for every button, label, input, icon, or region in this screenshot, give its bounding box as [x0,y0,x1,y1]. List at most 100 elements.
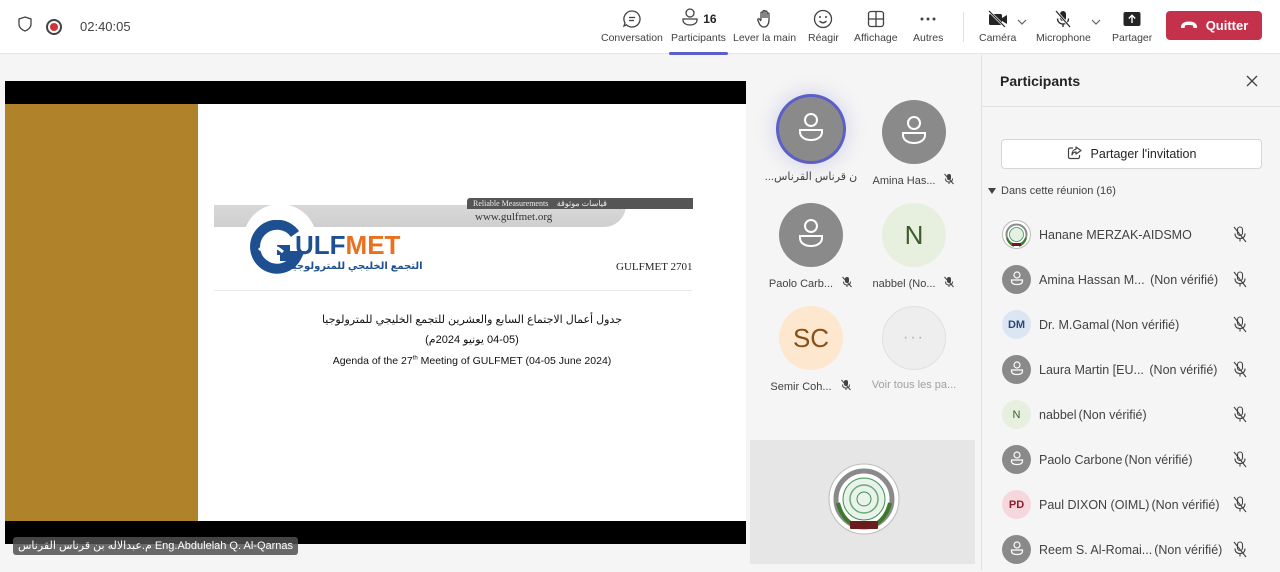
avatar [779,203,843,267]
gallery-tile[interactable]: SC Semir Coh... [761,306,861,394]
person-icon [899,114,929,151]
avatar-initials: SC [792,322,830,353]
caret-down-icon [988,185,996,197]
verification-status: (Non vérifié) [1146,272,1219,287]
participant-row[interactable]: Paolo Carbone (Non vérifié) [982,437,1280,482]
mic-off-icon [1232,406,1248,428]
mic-off-icon [943,173,955,188]
close-icon[interactable] [1244,73,1260,89]
avatar [1002,265,1031,294]
mic-off-icon [1232,361,1248,383]
mic-off-icon [1232,451,1248,473]
name-text: Paul DIXON (OIML) [1039,497,1150,512]
presentation-slide: Reliable Measurements قياسات موثوقة www.… [5,104,746,521]
tile-name: Amina Has... [872,174,936,187]
participant-name: Laura Martin [EU... (Non vérifié) [1039,363,1217,377]
participant-row[interactable]: Hanane MERZAK-AIDSMO [982,212,1280,257]
share-button[interactable]: Partager [1112,8,1152,48]
people-icon [680,7,700,32]
agenda-date-arabic: (04-05 يونيو 2024م) [425,334,519,346]
self-view-tile[interactable] [750,440,975,564]
participant-name: Paolo Carbone (Non vérifié) [1039,453,1192,467]
quit-button[interactable]: Quitter [1166,11,1262,40]
agenda-title-arabic: جدول أعمال الاجتماع السابع والعشرين للتج… [321,314,623,326]
tile-label: Paolo Carb... [761,276,861,291]
meeting-info: 02:40:05 [18,16,131,37]
tile-name: ...ن قرناس القرناس [764,171,858,183]
tile-name: Voir tous les pa... [871,379,957,391]
tagline-ar: قياسات موثوقة [556,199,607,208]
avatar-initials: N [904,219,924,250]
mic-off-icon [840,379,852,394]
tagline-en: Reliable Measurements [473,199,549,208]
participants-button[interactable]: 16 Participants [669,7,728,55]
agenda-title-english: Agenda of the 27th Meeting of GULFMET (0… [198,355,746,367]
shield-icon[interactable] [18,16,32,37]
gallery-tile[interactable]: Paolo Carb... [761,203,861,291]
more-button[interactable]: Autres [913,8,943,48]
share-invite-button[interactable]: Partager l'invitation [1001,139,1262,169]
participant-row[interactable]: Laura Martin [EU... (Non vérifié) [982,347,1280,392]
participant-name: Amina Hassan M... (Non vérifié) [1039,273,1218,287]
participant-row[interactable]: Amina Hassan M... (Non vérifié) [982,257,1280,302]
verification-status: (Non vérifié) [1078,407,1147,422]
logo-word-met: MET [345,230,401,260]
microphone-button[interactable]: Microphone [1036,8,1091,48]
meeting-toolbar: 02:40:05 Conversation 16 Participants Le… [0,0,1280,55]
in-meeting-section-toggle[interactable]: Dans cette réunion (16) [988,185,1116,197]
gallery-tile[interactable]: Amina Has... [864,100,964,188]
mic-off-icon [1232,271,1248,293]
tile-label: ...ن قرناس القرناس [761,170,861,183]
avatar [882,100,946,164]
panel-header: Participants [982,55,1280,107]
view-all-participants-tile[interactable]: ··· Voir tous les pa... [864,306,964,391]
tile-name: nabbel (No... [872,277,936,290]
more-icon: ··· [882,306,946,370]
panel-title: Participants [1000,72,1081,89]
meeting-timer: 02:40:05 [80,19,131,34]
participant-row[interactable]: Reem S. Al-Romai... (Non vérifié) [982,527,1280,572]
verification-status: (Non vérifié) [1151,497,1220,512]
mic-off-icon [1232,316,1248,338]
participant-row[interactable]: DM Dr. M.Gamal (Non vérifié) [982,302,1280,347]
more-icon [918,8,938,30]
person-icon [1009,270,1025,289]
camera-options-chevron-icon[interactable] [1017,18,1027,29]
tile-label: Semir Coh... [761,379,861,394]
agenda-en-part2: Meeting of GULFMET (04-05 June 2024) [417,355,612,367]
share-invite-icon [1067,145,1083,163]
participant-row[interactable]: N nabbel (Non vérifié) [982,392,1280,437]
share-invite-label: Partager l'invitation [1090,147,1197,161]
conversation-label: Conversation [601,32,663,44]
slide-tagline: Reliable Measurements قياسات موثوقة [467,198,693,209]
logo-word-ulf: ULF [295,230,346,260]
participant-name: nabbel (Non vérifié) [1039,408,1147,422]
mic-off-icon [1232,226,1248,248]
gallery-tile[interactable]: N nabbel (No... [864,203,964,291]
avatar: N [882,203,946,267]
mic-off-icon [943,276,955,291]
gallery-tile[interactable]: ...ن قرناس القرناس [761,97,861,183]
participant-row[interactable]: PD Paul DIXON (OIML) (Non vérifié) [982,482,1280,527]
react-button[interactable]: Réagir [808,8,839,48]
microphone-options-chevron-icon[interactable] [1091,18,1101,29]
person-icon [1009,360,1025,379]
document-code: GULFMET 2701 [616,261,693,273]
name-text: Dr. M.Gamal [1039,317,1110,332]
view-button[interactable]: Affichage [854,8,898,48]
person-icon [796,217,826,254]
camera-button[interactable]: Caméra [979,8,1016,48]
toolbar-divider [963,12,964,42]
raise-hand-button[interactable]: Lever la main [733,8,796,48]
mic-off-icon [1232,496,1248,518]
participant-count: 16 [703,12,717,26]
verification-status: (Non vérifié) [1145,362,1218,377]
participants-icon-group: 16 [680,7,717,32]
slide-side-panel [5,104,198,521]
view-label: Affichage [854,32,898,44]
shared-screen[interactable]: Reliable Measurements قياسات موثوقة www.… [5,81,746,544]
verification-status: (Non vérifié) [1111,317,1180,332]
raise-hand-label: Lever la main [733,32,797,44]
conversation-button[interactable]: Conversation [601,8,663,48]
avatar: DM [1002,310,1031,339]
